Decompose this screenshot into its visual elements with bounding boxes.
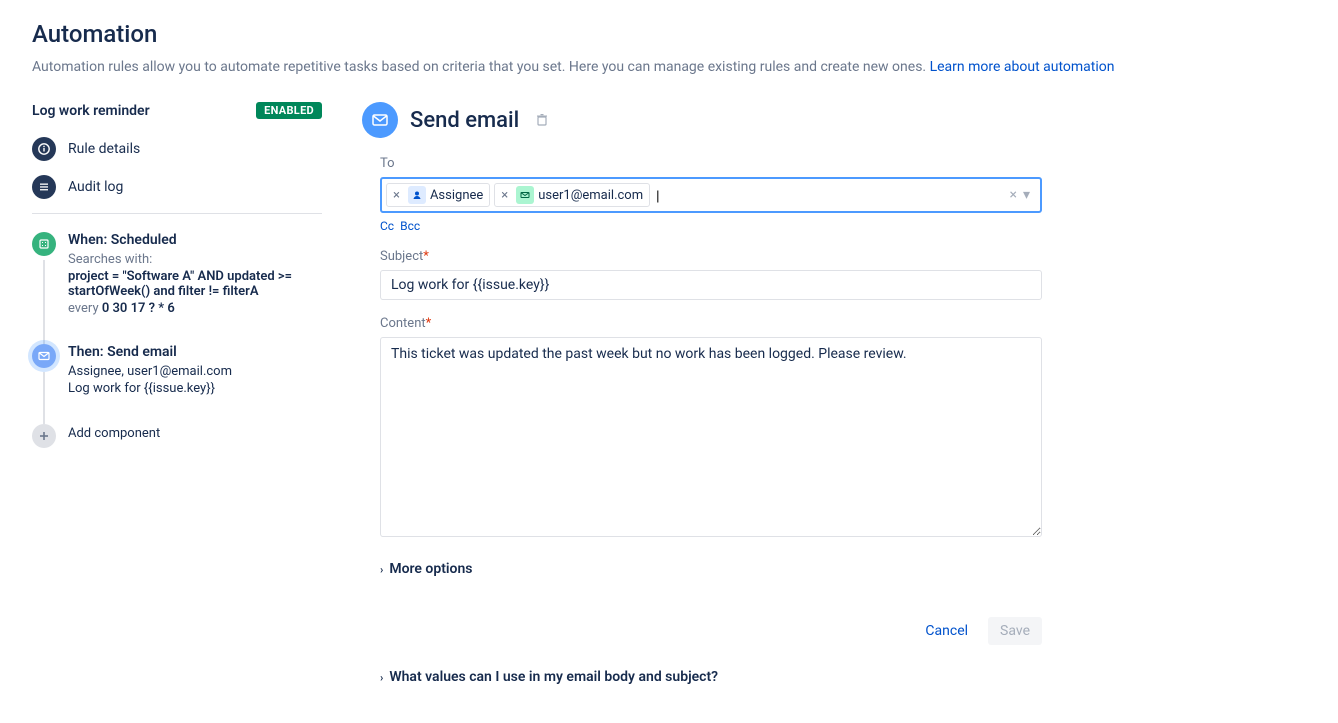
list-icon [32, 175, 56, 199]
status-badge: ENABLED [256, 102, 322, 119]
nav-rule-details[interactable]: Rule details [32, 137, 322, 161]
recipient-chip: × Assignee [386, 183, 490, 207]
clock-icon [32, 232, 56, 256]
subject-label: Subject* [380, 249, 1042, 264]
content-textarea[interactable] [380, 337, 1042, 537]
panel-title: Send email [410, 108, 519, 133]
to-label: To [380, 156, 1042, 171]
dropdown-icon[interactable]: ▾ [1023, 187, 1030, 203]
step-when-cron: every 0 30 17 ? * 6 [68, 301, 322, 316]
chevron-right-icon: › [380, 671, 383, 684]
delete-button[interactable] [531, 109, 553, 131]
clear-all-icon[interactable]: × [1009, 187, 1016, 203]
step-then-recipients: Assignee, user1@email.com [68, 364, 322, 379]
rule-name: Log work reminder [32, 103, 150, 119]
save-button[interactable]: Save [988, 617, 1042, 645]
more-options-toggle[interactable]: › More options [380, 561, 1042, 577]
step-when-title: When: Scheduled [68, 232, 322, 248]
step-then-title: Then: Send email [68, 344, 322, 360]
recipient-chip: × user1@email.com [494, 183, 650, 207]
chevron-right-icon: › [380, 563, 383, 576]
info-icon [32, 137, 56, 161]
step-when[interactable]: When: Scheduled Searches with: project =… [32, 232, 322, 316]
step-then[interactable]: Then: Send email Assignee, user1@email.c… [32, 344, 322, 396]
step-then-subject: Log work for {{issue.key}} [68, 381, 322, 396]
mail-icon [32, 344, 56, 368]
page-title: Automation [32, 20, 1306, 48]
content-label: Content* [380, 316, 1042, 331]
plus-icon [32, 424, 56, 448]
step-when-jql: project = "Software A" AND updated >= st… [68, 269, 322, 299]
nav-audit-log[interactable]: Audit log [32, 175, 322, 199]
chip-remove[interactable]: × [389, 188, 404, 203]
subject-input[interactable] [380, 270, 1042, 300]
page-subtitle: Automation rules allow you to automate r… [32, 56, 1306, 78]
step-add-label: Add component [68, 424, 322, 441]
step-add-component[interactable]: Add component [32, 424, 322, 441]
help-toggle[interactable]: › What values can I use in my email body… [380, 669, 1042, 685]
to-field[interactable]: × Assignee × user1@email.com × ▾ [380, 177, 1042, 213]
mail-icon [516, 186, 534, 204]
chip-remove[interactable]: × [497, 188, 512, 203]
divider [32, 213, 322, 214]
cc-link[interactable]: Cc [380, 219, 394, 233]
learn-more-link[interactable]: Learn more about automation [930, 59, 1115, 75]
user-icon [408, 186, 426, 204]
to-input[interactable] [654, 187, 1005, 204]
mail-icon [362, 102, 398, 138]
cancel-button[interactable]: Cancel [913, 617, 980, 645]
bcc-link[interactable]: Bcc [400, 219, 420, 233]
step-when-subtitle: Searches with: [68, 252, 322, 267]
